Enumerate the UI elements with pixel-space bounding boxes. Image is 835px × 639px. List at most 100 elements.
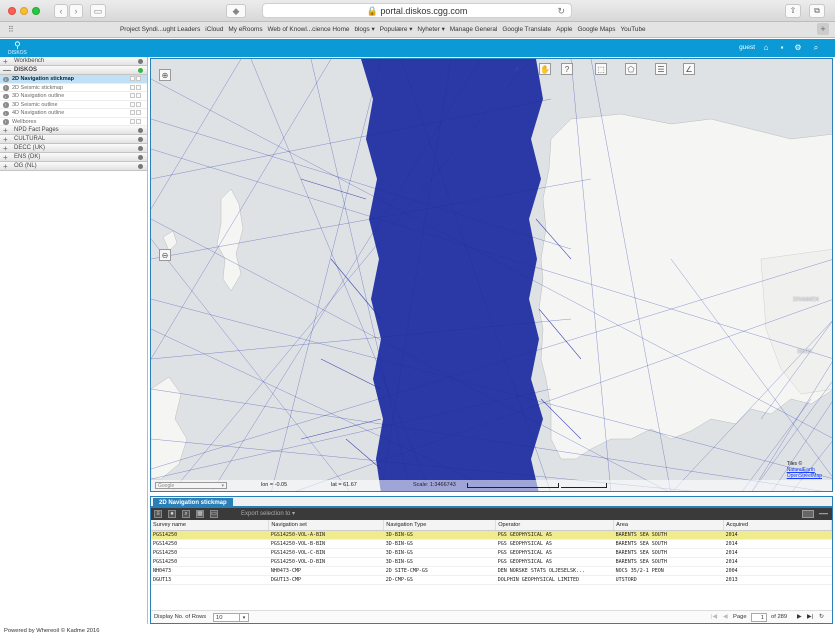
bookmark-item[interactable]: blogs ▾: [354, 26, 374, 33]
measure-icon[interactable]: ∠: [683, 63, 695, 75]
attributes-icon[interactable]: ≡: [154, 510, 162, 518]
tree-group[interactable]: + CULTURAL: [0, 135, 147, 144]
user-label[interactable]: guest: [739, 44, 755, 51]
tree-group[interactable]: + NPD Fact Pages: [0, 126, 147, 135]
top-sites-grid-icon[interactable]: ⠿: [8, 25, 14, 34]
info-icon[interactable]: i: [3, 119, 9, 125]
bookmark-item[interactable]: Google Translate: [502, 26, 551, 33]
info-tool-icon[interactable]: ?: [561, 63, 573, 75]
layer-options-icon[interactable]: [129, 84, 143, 91]
panel-layout-icon[interactable]: [802, 510, 814, 518]
minimize-window-button[interactable]: [20, 7, 28, 15]
tree-group[interactable]: + ENS (DK): [0, 153, 147, 162]
clear-selection-icon[interactable]: ▭: [210, 510, 218, 518]
bookmark-item[interactable]: Project Syndi...ught Leaders: [120, 26, 200, 33]
refresh-icon[interactable]: ↻: [819, 611, 824, 624]
share-icon[interactable]: ⇧: [785, 4, 801, 18]
visibility-toggle-icon[interactable]: [138, 128, 143, 133]
column-header[interactable]: Operator: [495, 520, 615, 531]
info-icon[interactable]: i: [3, 102, 9, 108]
search-icon[interactable]: ⌕: [811, 43, 821, 53]
new-tab-button[interactable]: +: [817, 23, 829, 35]
zoom-to-selection-icon[interactable]: ●: [168, 510, 176, 518]
select-box-icon[interactable]: ⬚: [595, 63, 607, 75]
info-icon[interactable]: i: [3, 76, 9, 82]
next-page-icon[interactable]: ▶: [797, 611, 801, 624]
select-polygon-icon[interactable]: ⬠: [625, 63, 637, 75]
last-page-icon[interactable]: ▶|: [807, 611, 813, 624]
visibility-toggle-icon[interactable]: [138, 155, 143, 160]
column-header[interactable]: Navigation set: [268, 520, 385, 531]
table-row[interactable]: PGS14250 PGS14250-VOL-C-BIN 3D-BIN-GS PGS G…: [151, 548, 832, 558]
info-icon[interactable]: i: [3, 110, 9, 116]
layer-options-icon[interactable]: [129, 76, 143, 82]
zoom-window-button[interactable]: [32, 7, 40, 15]
bookmark-item[interactable]: Nyheter ▾: [417, 26, 444, 33]
rows-per-page-select[interactable]: 10 ▾: [213, 613, 249, 622]
table-row[interactable]: PGS14250 PGS14250-VOL-B-BIN 3D-BIN-GS PGS G…: [151, 539, 832, 549]
back-button[interactable]: ‹: [54, 4, 68, 18]
map-search-icon[interactable]: ⌕: [511, 63, 523, 75]
settings-icon[interactable]: ⚙: [793, 43, 803, 53]
visibility-toggle-icon[interactable]: [138, 59, 143, 64]
table-row[interactable]: DGUT13 DGUT13-CMP 2D-CMP-GS DOLPHIN GEOPHYS…: [151, 575, 832, 585]
basemap-select[interactable]: Google ▾: [155, 482, 227, 489]
bookmark-item[interactable]: Web of Knowl...cience Home: [268, 26, 350, 33]
visibility-toggle-icon[interactable]: [138, 146, 143, 151]
layer-options-icon[interactable]: [129, 101, 143, 108]
layer-item[interactable]: i 4D Navigation outline: [0, 109, 147, 118]
expand-icon[interactable]: +: [3, 153, 8, 162]
chat-icon[interactable]: ▪: [777, 43, 787, 53]
bookmark-item[interactable]: Manage General: [450, 26, 498, 33]
layer-item[interactable]: i 3D Seismic outline: [0, 101, 147, 109]
zoom-out-icon[interactable]: ⊖: [159, 249, 171, 261]
table-row[interactable]: NH0473 NH0473-CMP 2D SITE-CMP-GS DEN NORSKE…: [151, 566, 832, 576]
tree-group[interactable]: + Workbench: [0, 57, 147, 66]
info-icon[interactable]: i: [3, 85, 9, 91]
column-header[interactable]: Acquired: [723, 520, 832, 531]
grid-view-icon[interactable]: ▦: [196, 510, 204, 518]
zoom-in-icon[interactable]: ⊕: [159, 69, 171, 81]
layer-item[interactable]: i 2D Seismic stickmap: [0, 84, 147, 92]
bookmark-item[interactable]: YouTube: [620, 26, 645, 33]
expand-icon[interactable]: +: [3, 135, 8, 144]
info-icon[interactable]: i: [3, 93, 9, 99]
pan-tool-icon[interactable]: ✋: [539, 63, 551, 75]
layer-item[interactable]: i Wellbores: [0, 118, 147, 126]
visibility-toggle-icon[interactable]: [138, 68, 143, 73]
previous-page-icon[interactable]: ◀: [723, 611, 727, 624]
expand-icon[interactable]: +: [3, 126, 8, 135]
sidebar-toggle-icon[interactable]: ▭: [90, 4, 106, 18]
expand-icon[interactable]: +: [3, 162, 8, 171]
layer-options-icon[interactable]: [129, 110, 143, 116]
filter-icon[interactable]: ⌕: [182, 510, 190, 518]
attribution-osm-link[interactable]: OpenStreetMap: [787, 473, 822, 479]
address-bar[interactable]: 🔒 portal.diskos.cgg.com ↻: [262, 3, 572, 18]
minimize-panel-icon[interactable]: —: [819, 509, 828, 518]
close-window-button[interactable]: [8, 7, 16, 15]
table-row[interactable]: PGS14250 PGS14250-VOL-A-BIN 3D-BIN-GS PGS G…: [151, 530, 832, 540]
export-selection-dropdown[interactable]: Export selection to ▾: [241, 510, 295, 518]
bookmark-item[interactable]: Apple: [556, 26, 572, 33]
visibility-toggle-icon[interactable]: [138, 164, 143, 169]
expand-icon[interactable]: +: [3, 57, 8, 66]
map-view[interactable]: ⊕ ⊖ ⌕ ✋ ? ⬚ ⬠ ☰ ∠ DRAMMEN SKIEN Tiles © …: [150, 58, 833, 492]
bookmark-item[interactable]: iCloud: [205, 26, 223, 33]
column-header[interactable]: Survey name: [151, 520, 270, 531]
layer-options-icon[interactable]: [129, 93, 143, 99]
page-number-input[interactable]: 1: [751, 613, 767, 622]
table-row[interactable]: PGS14250 PGS14250-VOL-D-BIN 3D-BIN-GS PGS G…: [151, 557, 832, 567]
collapse-icon[interactable]: —: [3, 66, 11, 75]
tree-group[interactable]: + DECC (UK): [0, 144, 147, 153]
bookmark-item[interactable]: Populære ▾: [380, 26, 413, 33]
legend-icon[interactable]: ☰: [655, 63, 667, 75]
reload-icon[interactable]: ↻: [557, 4, 565, 18]
tree-group[interactable]: + OG (NL): [0, 162, 147, 171]
first-page-icon[interactable]: |◀: [711, 611, 717, 624]
tree-group[interactable]: — DISKOS: [0, 66, 147, 75]
expand-icon[interactable]: +: [3, 144, 8, 153]
diskos-logo[interactable]: ⚲ DISKOS: [8, 41, 27, 57]
column-header[interactable]: Navigation Type: [383, 520, 497, 531]
shield-extension-icon[interactable]: ◆: [226, 4, 246, 18]
home-icon[interactable]: ⌂: [761, 43, 771, 53]
